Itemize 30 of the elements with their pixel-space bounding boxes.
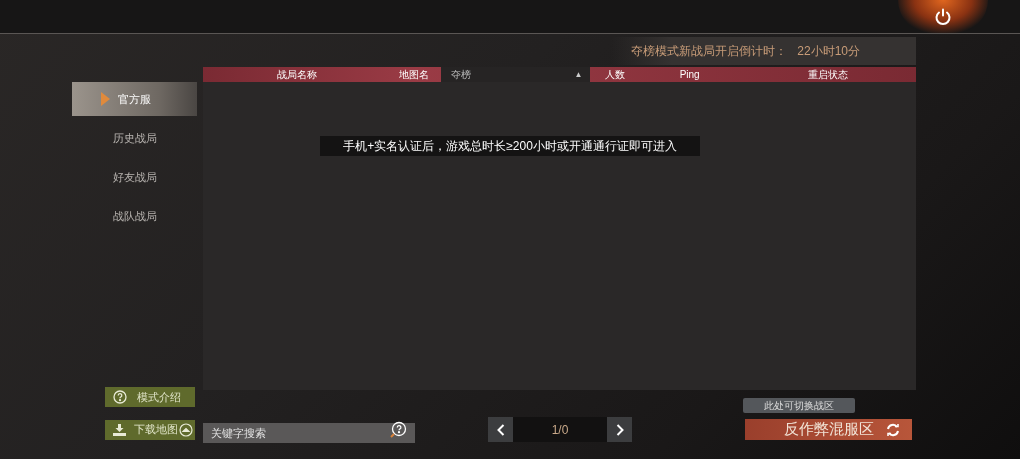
mode-intro-button[interactable]: 模式介绍: [105, 387, 195, 407]
countdown-label: 夺榜模式新战局开启倒计时：: [631, 42, 788, 60]
column-header: 战局名称: [276, 68, 319, 82]
previous-page-button[interactable]: [488, 417, 513, 442]
next-page-button[interactable]: [607, 417, 632, 442]
power-icon[interactable]: [934, 7, 952, 26]
sidebar-tab[interactable]: 官方服: [72, 82, 197, 116]
column-header: Ping: [678, 68, 701, 82]
page-indicator: 1/0: [513, 417, 607, 442]
column-header: 地图名: [397, 68, 430, 82]
help-icon: [113, 390, 127, 404]
column-header: 重启状态: [806, 68, 849, 82]
notice-text: 手机+实名认证后，游戏总时长≥200小时或开通通行证即可进入: [320, 136, 700, 156]
search-icon[interactable]: [389, 420, 407, 439]
column-header: 人数: [604, 68, 627, 82]
download-map-button[interactable]: 下载地图: [105, 419, 195, 440]
server-switch-button[interactable]: 反作弊混服区: [745, 419, 912, 440]
search-field[interactable]: 关键字搜索: [203, 422, 415, 443]
chevron-left-icon: [496, 423, 505, 436]
refresh-icon: [886, 422, 900, 437]
sidebar-tab[interactable]: 好友战局: [72, 160, 197, 194]
up-circle-icon: [179, 422, 193, 437]
chevron-right-icon: [615, 423, 624, 436]
download-icon: [113, 423, 126, 436]
countdown-value: 22小时10分: [797, 42, 860, 60]
sidebar-tab[interactable]: 战队战局: [72, 199, 197, 233]
selection-arrow-icon: [101, 92, 110, 106]
sidebar-tab[interactable]: 历史战局: [72, 121, 197, 155]
tooltip: 此处可切换战区: [743, 398, 855, 413]
column-filter-dropdown[interactable]: 夺榜 ▲: [441, 67, 591, 82]
